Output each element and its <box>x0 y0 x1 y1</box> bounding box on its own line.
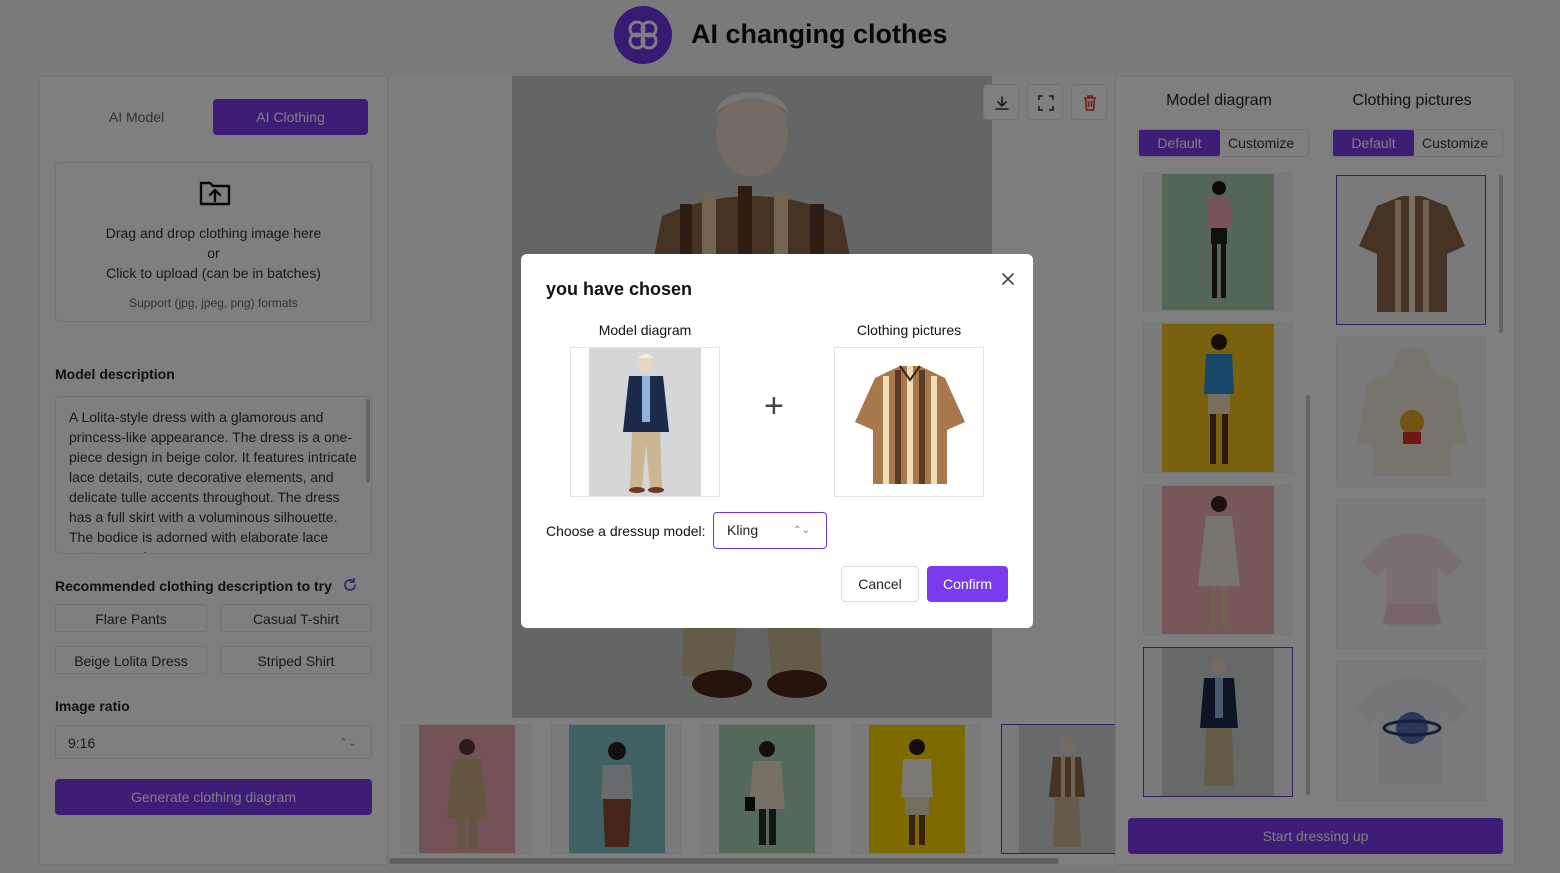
dressup-model-label: Choose a dressup model: <box>546 523 706 539</box>
cancel-button[interactable]: Cancel <box>841 566 919 602</box>
dressup-model-value: Kling <box>727 522 759 538</box>
selected-clothing-image <box>834 347 984 497</box>
close-icon[interactable] <box>999 270 1017 288</box>
confirm-button[interactable]: Confirm <box>927 566 1008 602</box>
dressup-model-select[interactable]: Kling ⌃⌄ <box>713 512 827 549</box>
plus-icon: + <box>764 387 784 425</box>
selected-model-image <box>570 347 720 497</box>
dialog-title: you have chosen <box>546 279 693 299</box>
man-blazer-image <box>571 348 719 496</box>
dialog-clothing-label: Clothing pictures <box>856 322 962 338</box>
dialog-model-label: Model diagram <box>598 322 692 338</box>
striped-shirt-image <box>835 348 983 496</box>
select-chevron-icon: ⌃⌄ <box>793 525 810 536</box>
confirm-dialog: you have chosen Model diagram Clothing p… <box>521 254 1033 628</box>
